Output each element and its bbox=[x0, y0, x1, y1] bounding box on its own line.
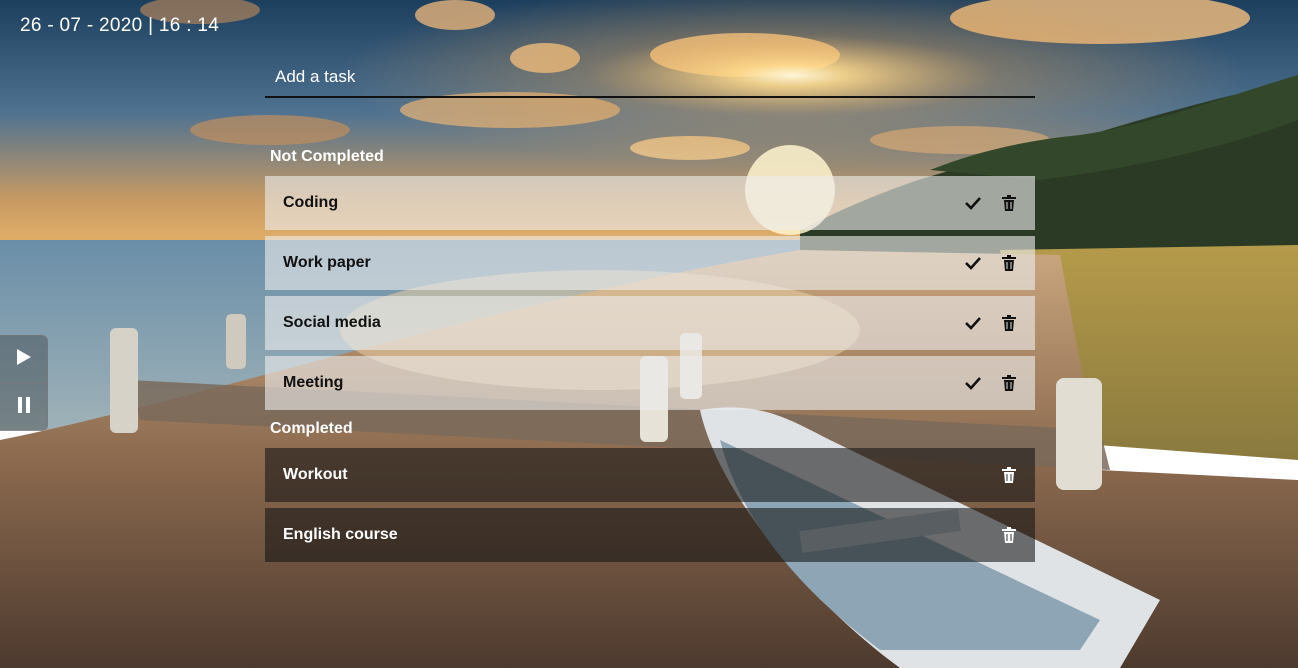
trash-icon[interactable] bbox=[1000, 254, 1018, 272]
music-player-panel bbox=[0, 335, 48, 431]
task-row: English course bbox=[265, 508, 1035, 562]
play-icon bbox=[16, 348, 32, 371]
task-row: Social media bbox=[265, 296, 1035, 350]
task-row: Workout bbox=[265, 448, 1035, 502]
task-row: Coding bbox=[265, 176, 1035, 230]
play-button[interactable] bbox=[0, 336, 47, 383]
pause-icon bbox=[17, 397, 31, 418]
trash-icon[interactable] bbox=[1000, 374, 1018, 392]
task-label: Social media bbox=[283, 314, 381, 331]
check-icon[interactable] bbox=[964, 374, 982, 392]
check-icon[interactable] bbox=[964, 254, 982, 272]
trash-icon[interactable] bbox=[1000, 526, 1018, 544]
date-time-display: 26 - 07 - 2020 | 16 : 14 bbox=[20, 15, 220, 36]
task-row: Meeting bbox=[265, 356, 1035, 410]
trash-icon[interactable] bbox=[1000, 314, 1018, 332]
task-label: Meeting bbox=[283, 374, 344, 391]
pause-button[interactable] bbox=[0, 383, 47, 431]
task-label: English course bbox=[283, 526, 398, 543]
completed-heading: Completed bbox=[270, 420, 353, 437]
task-label: Workout bbox=[283, 466, 348, 483]
check-icon[interactable] bbox=[964, 314, 982, 332]
task-label: Work paper bbox=[283, 254, 371, 271]
trash-icon[interactable] bbox=[1000, 466, 1018, 484]
check-icon[interactable] bbox=[964, 194, 982, 212]
task-row: Work paper bbox=[265, 236, 1035, 290]
trash-icon[interactable] bbox=[1000, 194, 1018, 212]
not-completed-heading: Not Completed bbox=[270, 148, 384, 165]
add-task-input[interactable] bbox=[265, 58, 1035, 98]
task-label: Coding bbox=[283, 194, 339, 211]
